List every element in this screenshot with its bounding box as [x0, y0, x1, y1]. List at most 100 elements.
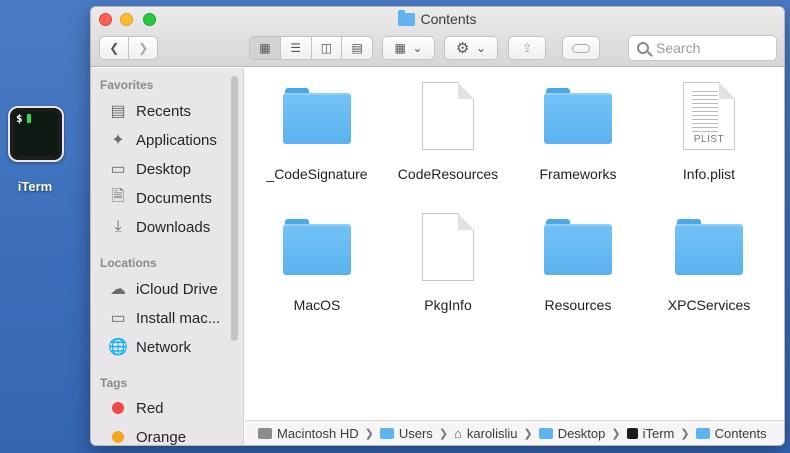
file-name: Frameworks — [539, 166, 617, 182]
forward-button[interactable]: ❯ — [128, 37, 157, 59]
crumb-label: Users — [398, 425, 433, 441]
iterm-desktop-icon[interactable]: $ — [8, 106, 64, 162]
sidebar-item-tag-orange[interactable]: Orange — [107, 426, 187, 446]
file-name: PkgInfo — [424, 297, 472, 313]
group-by-button[interactable]: ▦ ⌄ — [382, 36, 435, 60]
plist-badge: PLIST — [693, 134, 725, 145]
folder-icon — [283, 88, 351, 144]
sidebar-item-icloud-drive[interactable]: ☁ iCloud Drive — [107, 278, 218, 300]
terminal-icon — [626, 427, 638, 439]
share-button[interactable]: ⇪ — [508, 36, 546, 60]
sidebar-item-label: Documents — [136, 189, 212, 207]
sidebar-item-desktop[interactable]: ▭ Desktop — [107, 158, 191, 180]
gallery-view-button[interactable]: ▤ — [341, 37, 372, 59]
file-item-resources[interactable]: Resources — [513, 219, 643, 313]
path-crumb-contents[interactable]: Contents — [695, 426, 767, 441]
file-item-macos[interactable]: MacOS — [252, 219, 382, 313]
sidebar-item-label: Red — [136, 399, 164, 417]
clock-icon: ▤ — [110, 103, 126, 120]
search-placeholder: Search — [656, 40, 701, 56]
path-crumb-home[interactable]: ⌂ karolisliu — [454, 426, 517, 441]
file-name: MacOS — [293, 297, 341, 313]
path-crumb-users[interactable]: Users — [379, 425, 433, 441]
window-title: Contents — [91, 10, 784, 27]
folder-icon — [544, 219, 612, 275]
sidebar-item-downloads[interactable]: ⤓ Downloads — [107, 216, 210, 238]
crumb-label: Desktop — [557, 425, 606, 441]
document-icon — [422, 213, 474, 281]
folder-icon — [379, 427, 394, 439]
list-icon: ☰ — [290, 41, 301, 55]
favorites-heading: Favorites — [100, 78, 154, 92]
sidebar-item-label: Network — [136, 338, 192, 356]
icon-view-button[interactable]: ▦ — [250, 37, 280, 59]
finder-window: Contents ❮ ❯ ▦ ☰ ◫ ▤ ▦ ⌄ ⚙ ⌄ ⇪ Search Fa… — [90, 6, 785, 446]
path-crumb-iterm[interactable]: iTerm — [626, 425, 675, 441]
file-item-frameworks[interactable]: Frameworks — [513, 88, 643, 182]
folder-icon — [398, 10, 416, 26]
file-item-coderesources[interactable]: CodeResources — [383, 82, 513, 182]
search-icon — [637, 42, 649, 54]
sidebar-item-tag-red[interactable]: Red — [107, 397, 164, 419]
file-name: XPCServices — [667, 297, 751, 313]
action-button[interactable]: ⚙ ⌄ — [444, 36, 498, 60]
folder-icon — [675, 219, 743, 275]
sidebar-item-label: Applications — [136, 131, 217, 149]
tag-button[interactable] — [562, 36, 600, 60]
chevron-right-icon: ❯ — [138, 41, 149, 55]
file-name: _CodeSignature — [266, 166, 368, 182]
group-grid-icon: ▦ — [394, 41, 406, 55]
chevron-right-icon: ❯ — [364, 427, 374, 440]
document-icon — [422, 82, 474, 150]
globe-icon: 🌐 — [108, 339, 128, 356]
sidebar-item-label: Downloads — [136, 218, 211, 236]
nav-button-group: ❮ ❯ — [99, 36, 158, 60]
cursor-block — [27, 114, 31, 123]
column-view-button[interactable]: ◫ — [310, 37, 342, 59]
iterm-desktop-label[interactable]: iTerm — [0, 179, 70, 194]
gallery-icon: ▤ — [351, 41, 363, 55]
file-name: Info.plist — [682, 166, 736, 182]
path-crumb-desktop[interactable]: Desktop — [538, 425, 606, 441]
file-name: CodeResources — [397, 166, 499, 182]
crumb-label: iTerm — [642, 425, 675, 441]
sidebar-item-recents[interactable]: ▤ Recents — [107, 100, 191, 122]
sidebar-item-applications[interactable]: ✦ Applications — [107, 129, 217, 151]
document-icon: 🗎 — [111, 187, 125, 205]
folder-icon — [283, 219, 351, 275]
titlebar: Contents ❮ ❯ ▦ ☰ ◫ ▤ ▦ ⌄ ⚙ ⌄ ⇪ Search — [91, 7, 784, 67]
back-button[interactable]: ❮ — [100, 37, 128, 59]
chevron-right-icon: ❯ — [680, 427, 690, 440]
list-view-button[interactable]: ☰ — [279, 37, 311, 59]
path-crumb-macintosh-hd[interactable]: Macintosh HD — [258, 426, 359, 441]
file-item-pkginfo[interactable]: PkgInfo — [383, 213, 513, 313]
file-name: Resources — [544, 297, 612, 313]
file-item-codesignature[interactable]: _CodeSignature — [252, 88, 382, 182]
sidebar-item-documents[interactable]: 🗎 Documents — [107, 187, 212, 209]
sidebar-scrollbar[interactable] — [231, 76, 238, 341]
sidebar-item-label: Orange — [136, 428, 187, 446]
plist-file-icon: PLIST — [683, 82, 735, 150]
sidebar-item-label: iCloud Drive — [136, 280, 218, 298]
sidebar-item-label: Desktop — [136, 160, 192, 178]
search-field[interactable]: Search — [628, 35, 777, 61]
sidebar-item-install-macos[interactable]: ▭ Install mac... — [107, 307, 220, 329]
sidebar-item-label: Install mac... — [136, 309, 221, 327]
gear-icon: ⚙ — [455, 40, 470, 57]
desktop-icon: ▭ — [110, 161, 126, 178]
file-item-xpcservices[interactable]: XPCServices — [644, 219, 774, 313]
tags-heading: Tags — [100, 376, 128, 390]
folder-icon — [544, 88, 612, 144]
file-item-info-plist[interactable]: PLIST Info.plist — [644, 82, 774, 182]
download-icon: ⤓ — [114, 218, 122, 235]
locations-heading: Locations — [100, 256, 157, 270]
share-icon: ⇪ — [521, 41, 533, 55]
prompt-glyph: $ — [16, 112, 23, 125]
sidebar-item-network[interactable]: 🌐 Network — [107, 336, 191, 358]
crumb-label: karolisliu — [466, 425, 518, 441]
applications-icon: ✦ — [111, 132, 125, 149]
columns-icon: ◫ — [320, 41, 333, 55]
chevron-left-icon: ❮ — [109, 41, 120, 55]
chevron-right-icon: ❯ — [438, 427, 449, 440]
sidebar: Favorites ▤ Recents ✦ Applications ▭ Deskto… — [91, 68, 244, 445]
